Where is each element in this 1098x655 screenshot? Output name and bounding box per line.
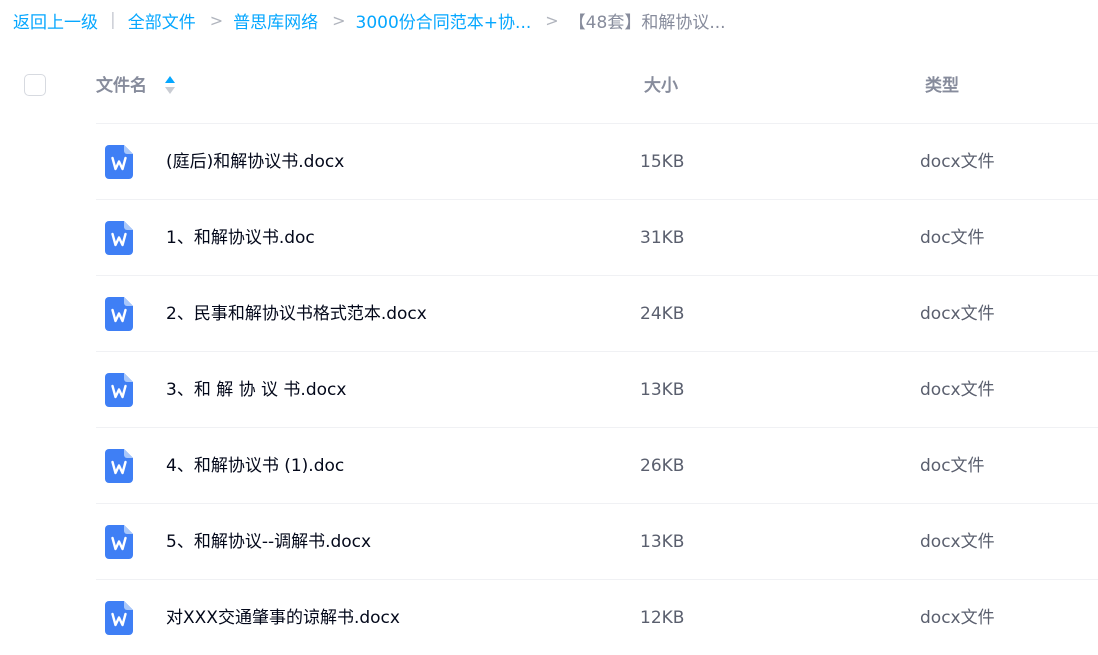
breadcrumb-item-all-files[interactable]: 全部文件 xyxy=(128,8,196,33)
file-row[interactable]: (庭后)和解协议书.docx 15KB docx文件 xyxy=(96,123,1098,199)
file-size: 12KB xyxy=(640,608,685,628)
file-size: 15KB xyxy=(640,152,685,172)
breadcrumb-item-current: 【48套】和解协议... xyxy=(568,12,726,33)
file-name[interactable]: 4、和解协议书 (1).doc xyxy=(166,454,344,478)
file-type: doc文件 xyxy=(920,456,985,476)
file-type: docx文件 xyxy=(920,608,995,628)
breadcrumb-divider: | xyxy=(110,10,116,30)
file-size: 13KB xyxy=(640,380,685,400)
sort-ascending-icon[interactable] xyxy=(164,75,176,95)
file-list: (庭后)和解协议书.docx 15KB docx文件 1、和解协议书.doc 3… xyxy=(96,123,1098,655)
word-doc-icon xyxy=(105,221,133,255)
file-name[interactable]: (庭后)和解协议书.docx xyxy=(166,150,344,174)
breadcrumb-separator-icon: > xyxy=(332,10,346,30)
column-header-size[interactable]: 大小 xyxy=(644,74,678,98)
file-size: 24KB xyxy=(640,304,685,324)
file-size: 31KB xyxy=(640,228,685,248)
file-name[interactable]: 5、和解协议--调解书.docx xyxy=(166,530,371,554)
breadcrumb-item-folder-2[interactable]: 3000份合同范本+协... xyxy=(356,8,532,33)
file-row[interactable]: 5、和解协议--调解书.docx 13KB docx文件 xyxy=(96,503,1098,579)
file-row[interactable]: 3、和 解 协 议 书.docx 13KB docx文件 xyxy=(96,351,1098,427)
select-all-checkbox[interactable] xyxy=(24,74,46,96)
file-type: docx文件 xyxy=(920,380,995,400)
file-name[interactable]: 3、和 解 协 议 书.docx xyxy=(166,378,346,402)
file-type: doc文件 xyxy=(920,228,985,248)
breadcrumb-item-folder-1[interactable]: 普思库网络 xyxy=(233,8,318,33)
word-doc-icon xyxy=(105,145,133,179)
breadcrumb-separator-icon: > xyxy=(209,10,224,30)
word-doc-icon xyxy=(105,449,133,483)
back-link[interactable]: 返回上一级 xyxy=(13,8,98,33)
word-doc-icon xyxy=(105,601,133,635)
file-size: 26KB xyxy=(640,456,685,476)
file-name[interactable]: 1、和解协议书.doc xyxy=(166,226,315,250)
file-type: docx文件 xyxy=(920,532,995,552)
word-doc-icon xyxy=(105,297,133,331)
file-type: docx文件 xyxy=(920,152,995,172)
breadcrumb-separator-icon: > xyxy=(545,10,559,30)
breadcrumb: 返回上一级 | 全部文件 > 普思库网络 > 3000份合同范本+协... > … xyxy=(13,8,726,33)
word-doc-icon xyxy=(105,525,133,559)
file-row[interactable]: 4、和解协议书 (1).doc 26KB doc文件 xyxy=(96,427,1098,503)
file-size: 13KB xyxy=(640,532,685,552)
column-header-name[interactable]: 文件名 xyxy=(96,74,147,98)
file-row[interactable]: 1、和解协议书.doc 31KB doc文件 xyxy=(96,199,1098,275)
file-type: docx文件 xyxy=(920,304,995,324)
file-row[interactable]: 对XXX交通肇事的谅解书.docx 12KB docx文件 xyxy=(96,579,1098,655)
file-name[interactable]: 对XXX交通肇事的谅解书.docx xyxy=(166,606,400,630)
file-row[interactable]: 2、民事和解协议书格式范本.docx 24KB docx文件 xyxy=(96,275,1098,351)
word-doc-icon xyxy=(105,373,133,407)
column-header-type[interactable]: 类型 xyxy=(925,74,959,98)
file-name[interactable]: 2、民事和解协议书格式范本.docx xyxy=(166,302,427,326)
